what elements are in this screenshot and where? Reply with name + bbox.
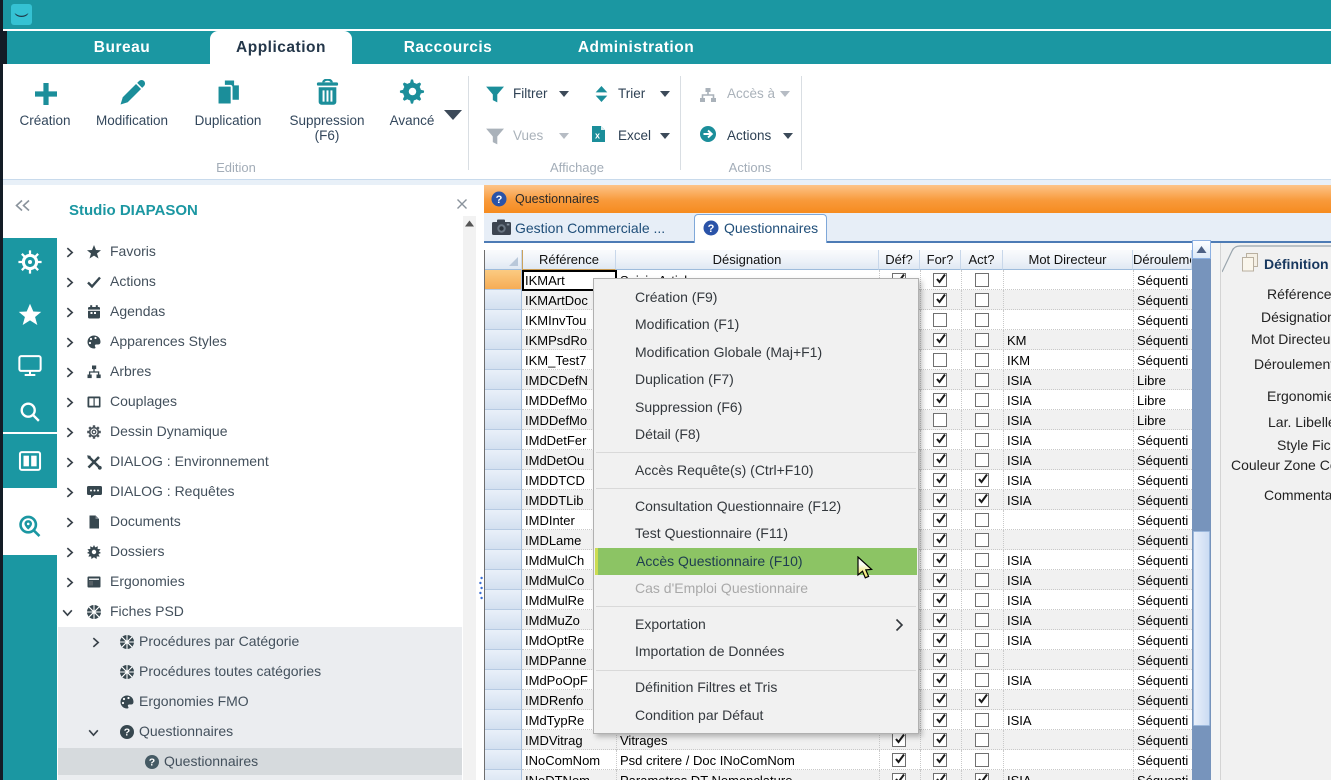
svg-text:x: x <box>595 131 600 141</box>
svg-text:?: ? <box>149 756 155 768</box>
svg-text:?: ? <box>708 223 715 235</box>
svg-text:?: ? <box>124 726 130 738</box>
svg-text:?: ? <box>496 194 503 206</box>
